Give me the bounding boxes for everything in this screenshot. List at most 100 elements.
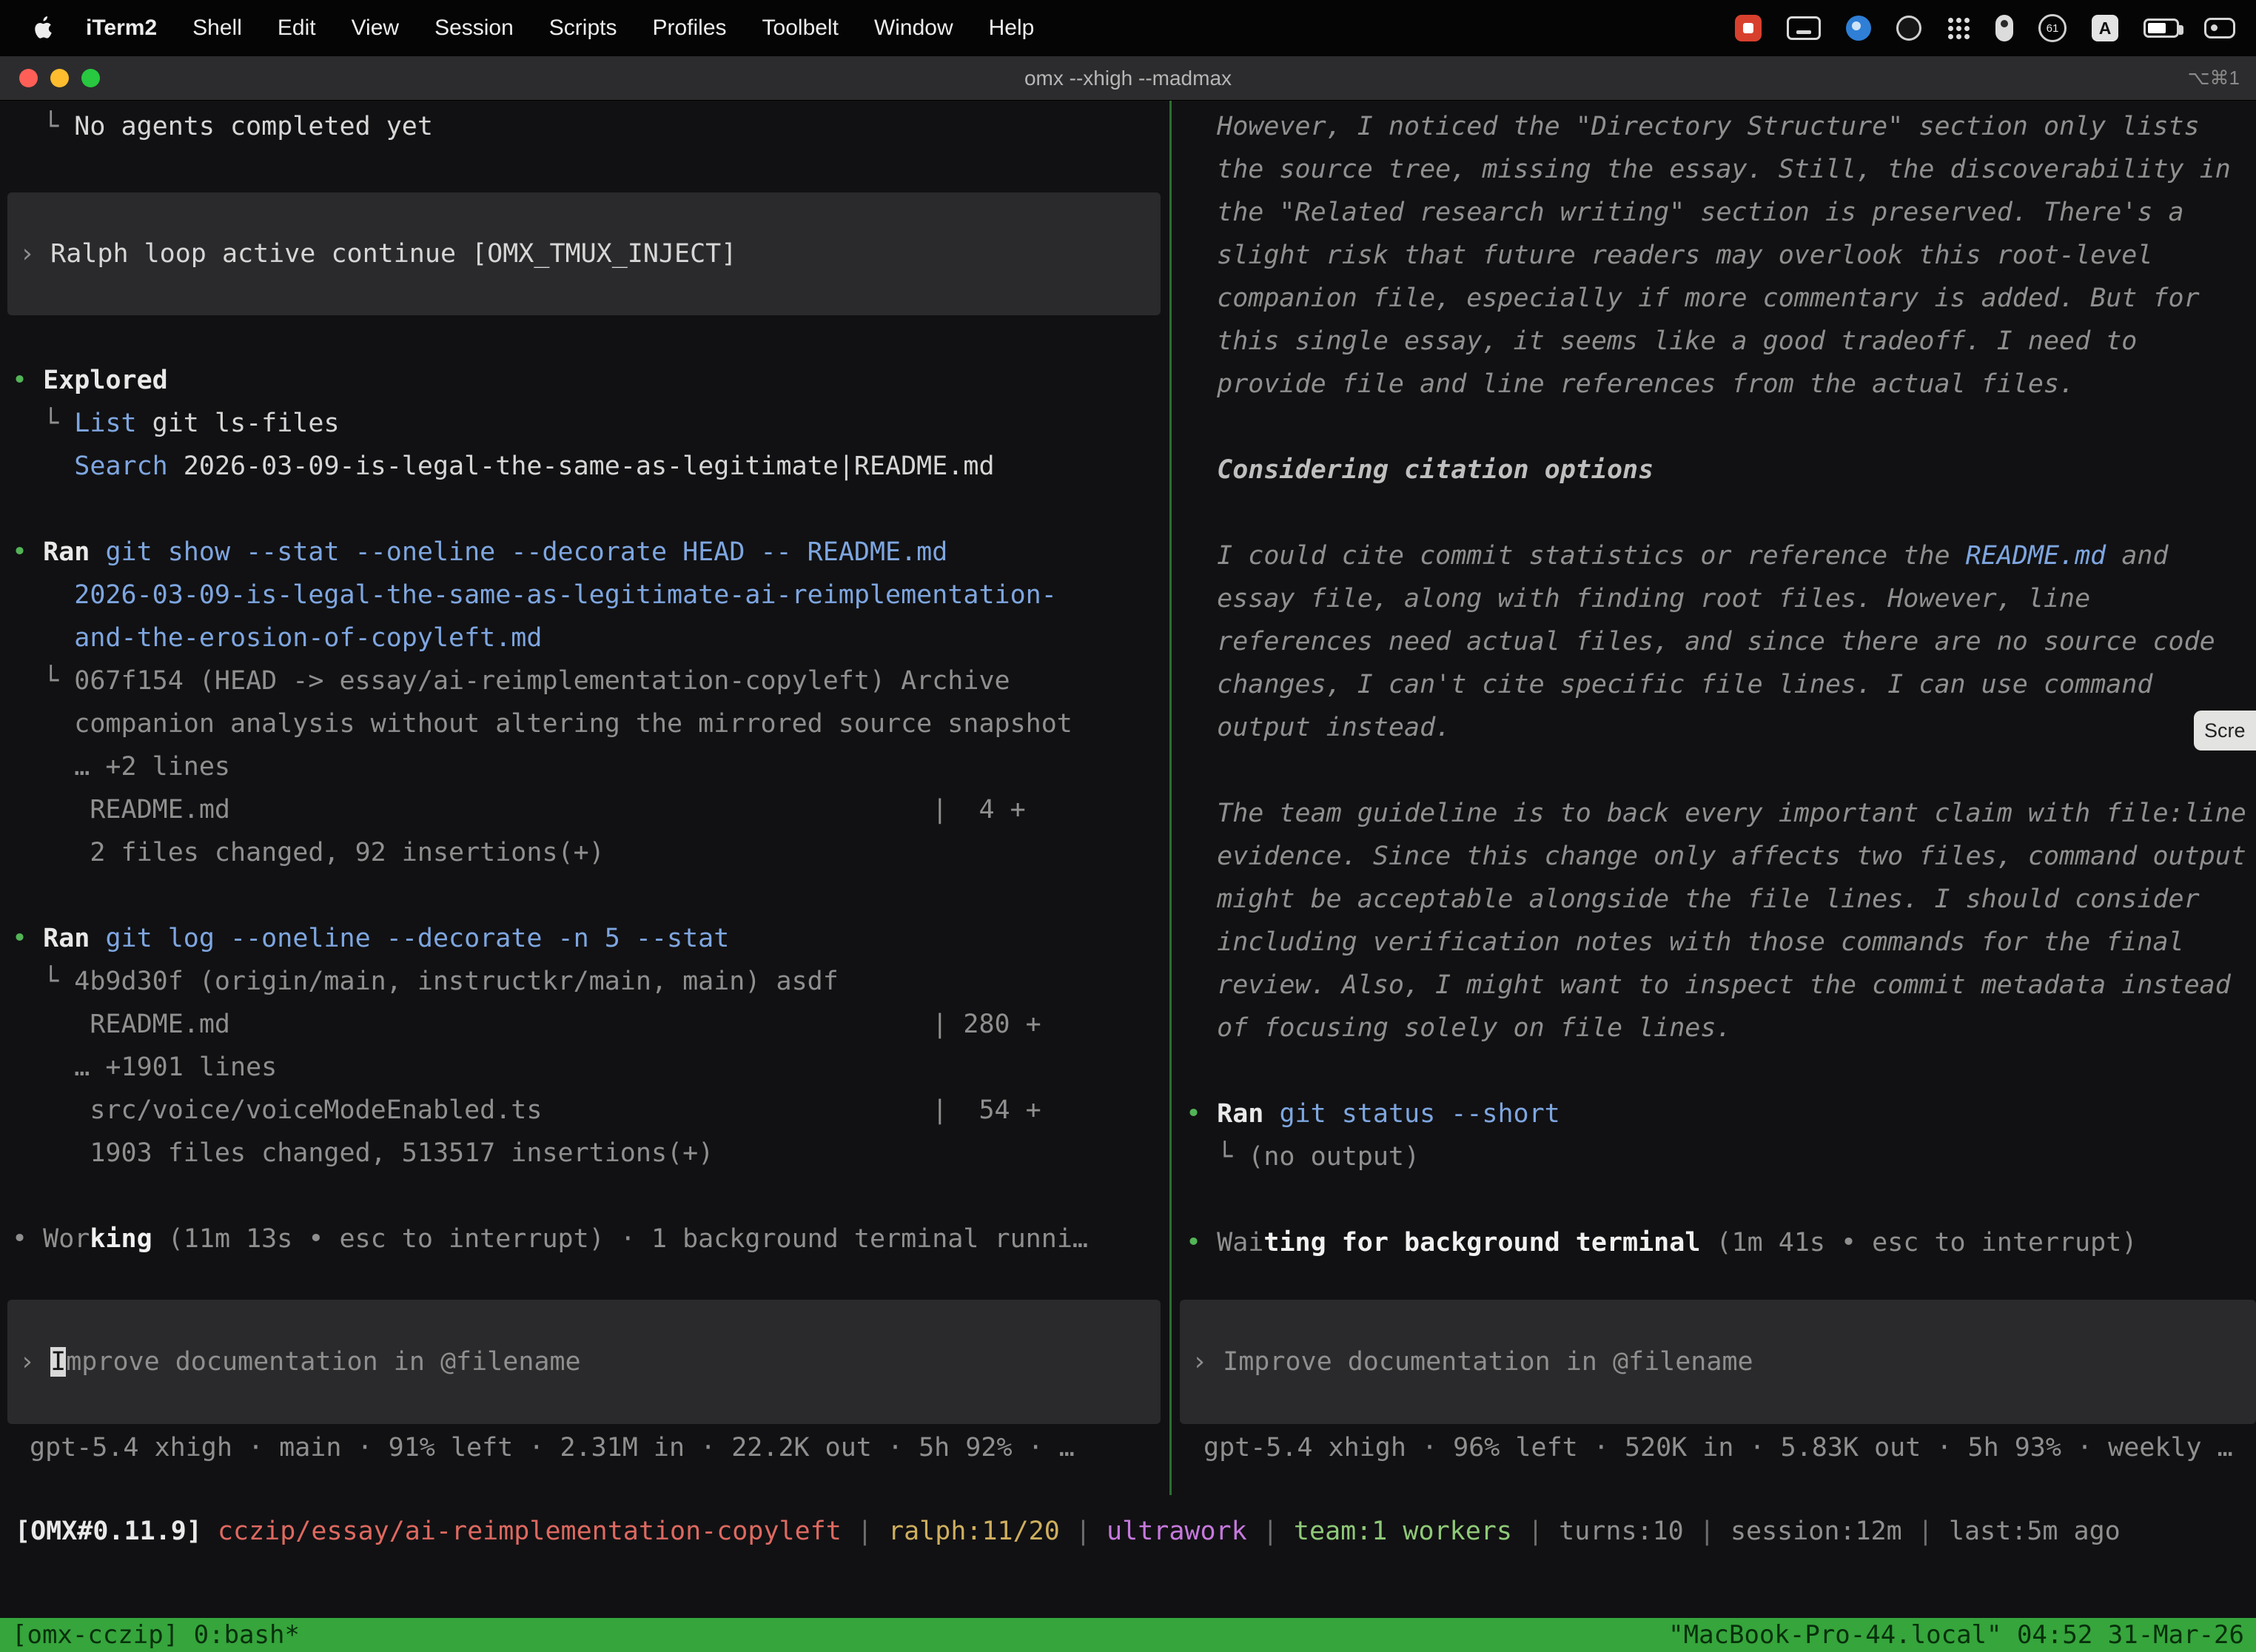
terminal-line: the source tree, missing the essay. Stil… (1186, 148, 2256, 191)
terminal-line: README.md | 4 + (12, 788, 1169, 831)
text-segment: 2026-03-09-is-legal-the-same-as-legitima… (12, 580, 1057, 610)
terminal-line (12, 1175, 1169, 1218)
terminal-line: slight risk that future readers may over… (1186, 234, 2256, 277)
apple-menu-icon[interactable] (30, 13, 55, 43)
menu-item-shell[interactable]: Shell (175, 16, 260, 40)
text-segment: team:1 workers (1294, 1517, 1512, 1546)
text-segment: evidence. Since this change only affects… (1186, 842, 2246, 871)
terminal-line (1186, 1178, 2256, 1221)
right-model-status-line: gpt-5.4 xhigh · 96% left · 520K in · 5.8… (1203, 1426, 2233, 1469)
terminal-line: Considering citation options (1186, 449, 2256, 491)
text-segment: of focusing solely on file lines. (1186, 1013, 1732, 1043)
text-segment: last:5m ago (1949, 1517, 2121, 1546)
minimize-button[interactable] (50, 69, 69, 87)
menu-bar: iTerm2ShellEditViewSessionScriptsProfile… (0, 0, 2256, 56)
menu-items: iTerm2ShellEditViewSessionScriptsProfile… (68, 16, 1052, 41)
right-prompt-input[interactable]: › Improve documentation in @filename (1180, 1300, 2256, 1424)
text-segment: companion analysis without altering the … (12, 709, 1072, 739)
terminal-line: • Waiting for background terminal (1m 41… (1186, 1221, 2256, 1264)
menu-item-scripts[interactable]: Scripts (531, 16, 635, 40)
text-segment: the "Related research writing" section i… (1186, 198, 2184, 227)
text-segment: git ls-files (137, 409, 340, 438)
text-segment: session:12m (1730, 1517, 1902, 1546)
screen-recording-indicator-icon[interactable] (1735, 15, 1762, 41)
close-button[interactable] (19, 69, 38, 87)
battery-icon[interactable] (2143, 19, 2179, 38)
text-segment: ting for background terminal (1263, 1228, 1700, 1258)
text-segment: › (19, 239, 50, 269)
pane-divider[interactable] (1169, 101, 1172, 1495)
menu-item-toolbelt[interactable]: Toolbelt (745, 16, 856, 40)
password-manager-icon[interactable] (1995, 15, 2013, 41)
terminal-line: … +1901 lines (12, 1046, 1169, 1089)
terminal-line: └ 4b9d30f (origin/main, instructkr/main,… (12, 960, 1169, 1003)
terminal-line: • Ran git log --oneline --decorate -n 5 … (12, 917, 1169, 960)
keyboard-icon[interactable] (1787, 16, 1821, 40)
text-segment: and-the-erosion-of-copyleft.md (12, 623, 542, 653)
text-segment: • (1186, 1099, 1217, 1129)
text-segment: • (12, 537, 43, 567)
window-shortcut-badge: ⌥⌘1 (2188, 67, 2256, 90)
terminal-line: • Working (11m 13s • esc to interrupt) ·… (12, 1218, 1169, 1260)
dark-app-icon[interactable] (1896, 16, 1921, 41)
text-segment: (11m 13s • esc to interrupt) · 1 backgro… (152, 1224, 1088, 1254)
left-pane: └ No agents completed yet › Ralph loop a… (0, 101, 1169, 1495)
text-segment: king (90, 1224, 152, 1254)
menu-item-window[interactable]: Window (856, 16, 971, 40)
text-segment: this single essay, it seems like a good … (1186, 326, 2137, 356)
text-segment: Explored (43, 366, 168, 395)
control-center-icon[interactable] (2204, 18, 2235, 38)
text-segment: (1m 41s • esc to interrupt) (1700, 1228, 2137, 1258)
menu-item-view[interactable]: View (334, 16, 417, 40)
menu-bar-left: iTerm2ShellEditViewSessionScriptsProfile… (0, 13, 1052, 43)
text-segment: gpt-5.4 xhigh · main · 91% left · 2.31M … (30, 1433, 1075, 1463)
terminal-line: 1903 files changed, 513517 insertions(+) (12, 1132, 1169, 1175)
menu-item-edit[interactable]: Edit (260, 16, 334, 40)
menu-item-help[interactable]: Help (971, 16, 1053, 40)
right-pane: However, I noticed the "Directory Struct… (1174, 101, 2256, 1495)
text-segment: … +2 lines (12, 752, 230, 782)
blue-app-icon[interactable] (1846, 16, 1871, 41)
text-segment: git log --oneline --decorate -n 5 --stat (105, 924, 729, 953)
text-segment: slight risk that future readers may over… (1186, 241, 2152, 270)
terminal-line: └ 067f154 (HEAD -> essay/ai-reimplementa… (12, 659, 1169, 702)
terminal-line (12, 874, 1169, 917)
input-source-icon[interactable]: A (2092, 15, 2118, 41)
terminal-line: └ List git ls-files (12, 402, 1169, 445)
terminal: └ No agents completed yet › Ralph loop a… (0, 101, 2256, 1652)
terminal-line: src/voice/voiceModeEnabled.ts | 54 + (12, 1089, 1169, 1132)
text-segment: └ (12, 112, 74, 141)
terminal-line: • Ran git show --stat --oneline --decora… (12, 531, 1169, 574)
text-segment: However, I noticed the "Directory Struct… (1186, 112, 2200, 141)
terminal-line: README.md | 280 + (12, 1003, 1169, 1046)
menu-item-profiles[interactable]: Profiles (634, 16, 744, 40)
battery-gauge-icon[interactable]: 61 (2038, 14, 2067, 42)
screen: iTerm2ShellEditViewSessionScriptsProfile… (0, 0, 2256, 1652)
tmux-status-bar: [omx-cczip] 0:bash* "MacBook-Pro-44.loca… (0, 1618, 2256, 1652)
text-segment: Ran (1217, 1099, 1279, 1129)
left-prompt-input[interactable]: › Improve documentation in @filename (7, 1300, 1161, 1424)
text-segment: ultrawork (1107, 1517, 1247, 1546)
zoom-button[interactable] (81, 69, 100, 87)
text-segment: The team guideline is to back every impo… (1186, 799, 2246, 828)
text-segment: git show --stat --oneline --decorate HEA… (105, 537, 947, 567)
text-segment: | (1902, 1517, 1949, 1546)
terminal-line (1186, 491, 2256, 534)
text-segment: Improve documentation in @filename (1223, 1347, 1753, 1377)
terminal-line: references need actual files, and since … (1186, 620, 2256, 663)
terminal-line: 2026-03-09-is-legal-the-same-as-legitima… (12, 574, 1169, 617)
menu-item-iterm2[interactable]: iTerm2 (68, 16, 175, 40)
terminal-line: of focusing solely on file lines. (1186, 1007, 2256, 1050)
menu-item-session[interactable]: Session (417, 16, 531, 40)
window-title-bar[interactable]: omx --xhigh --madmax ⌥⌘1 (0, 56, 2256, 101)
screen-sharing-tab[interactable]: Scre (2194, 711, 2256, 751)
text-segment: cczip/essay/ai-reimplementation-copyleft (218, 1517, 842, 1546)
battery-percent-label: 61 (2047, 22, 2059, 35)
app-grid-icon[interactable] (1947, 16, 1970, 40)
text-segment: README.md (1966, 541, 2106, 571)
text-segment: companion file, especially if more comme… (1186, 283, 2200, 313)
terminal-line: this single essay, it seems like a good … (1186, 320, 2256, 363)
text-segment: › (19, 1347, 50, 1377)
text-segment (12, 451, 74, 481)
text-segment: Wai (1217, 1228, 1263, 1258)
